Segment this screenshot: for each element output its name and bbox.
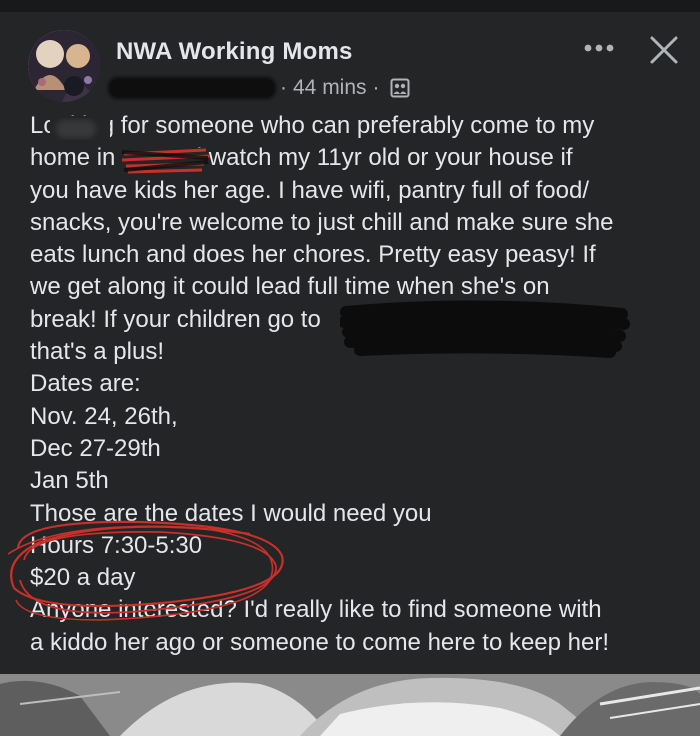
post-meta: · 44 mins · [108, 74, 410, 102]
status-bar-strip [0, 0, 700, 12]
meta-separator: · [280, 76, 287, 99]
group-avatar[interactable] [28, 30, 100, 102]
more-horizontal-icon[interactable] [580, 38, 620, 58]
redacted-author-name [108, 77, 276, 99]
close-icon[interactable] [646, 32, 682, 68]
post-timestamp[interactable]: 44 mins [293, 76, 367, 100]
post-body-text: Looking for someone who can preferably c… [30, 112, 614, 656]
post-photo[interactable] [0, 674, 700, 736]
post-card: NWA Working Moms · 44 mins · Looking for… [0, 12, 700, 674]
group-privacy-icon [390, 78, 410, 98]
group-name[interactable]: NWA Working Moms [116, 38, 353, 66]
meta-separator-2: · [372, 76, 380, 99]
